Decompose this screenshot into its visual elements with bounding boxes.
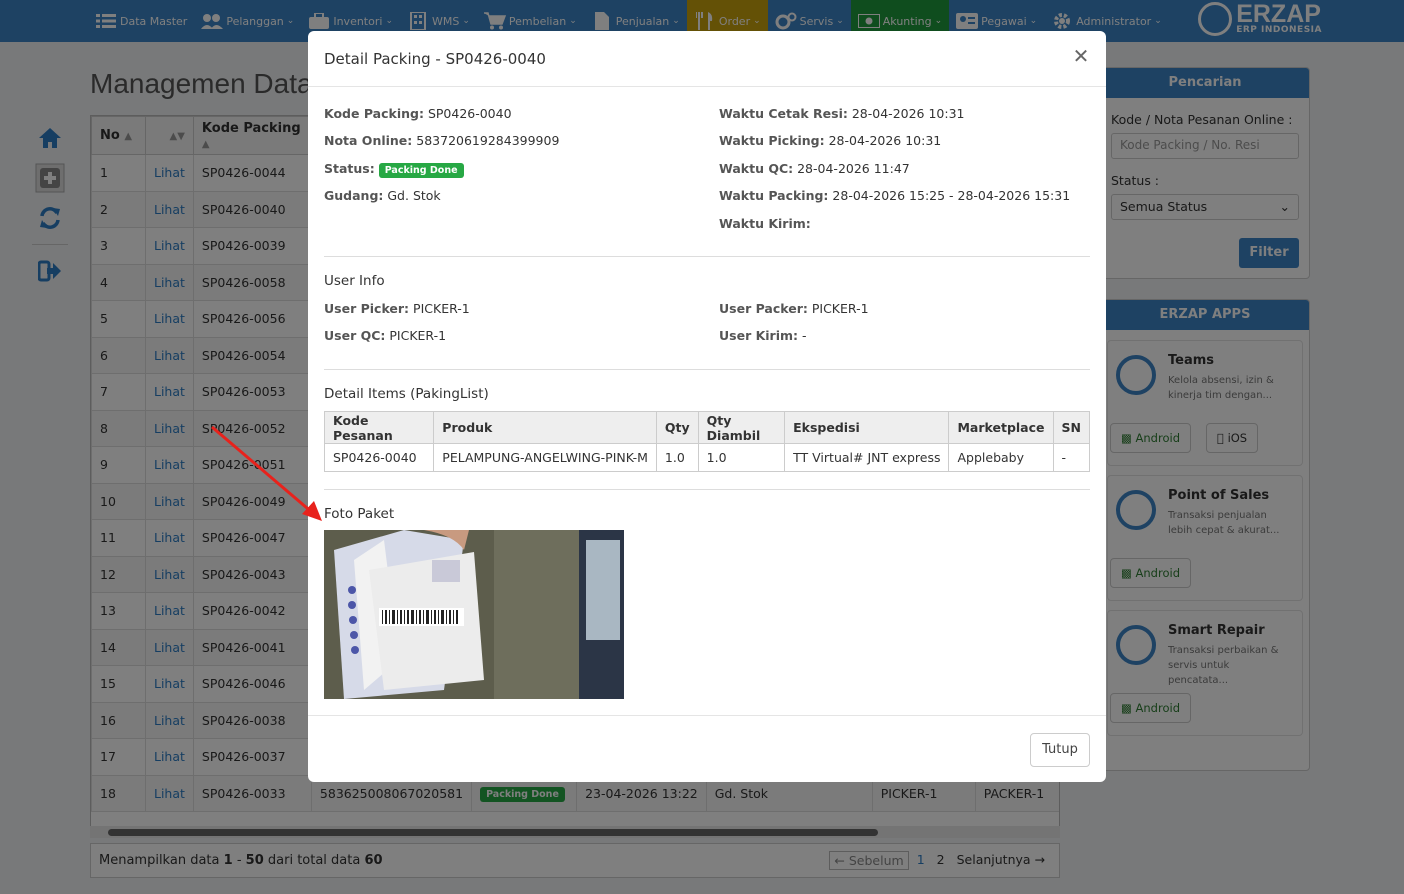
close-button[interactable]: Tutup [1030,733,1090,767]
status-badge: Packing Done [378,163,464,178]
status-field: Status: Packing Done [324,161,464,178]
items-column-header: Marketplace [948,411,1054,444]
photo-title: Foto Paket [324,506,395,522]
user-kirim-field: User Kirim: - [719,328,807,343]
divider [324,489,1090,490]
modal-footer-divider [308,715,1106,716]
items-column-header: Qty Diambil [697,411,786,444]
items-row: SP0426-0040 PELAMPUNG-ANGELWING-PINK-M 1.0… [323,443,1091,472]
user-picker-field: User Picker: PICKER-1 [324,301,470,316]
items-title: Detail Items (PakingList) [324,386,489,402]
user-qc-field: User QC: PICKER-1 [324,328,447,343]
gudang-field: Gudang: Gd. Stok [324,188,441,203]
kode-packing-field: Kode Packing: SP0426-0040 [324,106,512,121]
packing-items-table: Kode Pesanan Produk Qty Qty Diambil Ekspedis… [323,411,1091,472]
items-column-header: Produk [433,411,657,444]
items-cell: - [1052,443,1091,472]
package-photo[interactable] [324,530,624,699]
items-column-header: Qty [655,411,699,444]
user-packer-field: User Packer: PICKER-1 [719,301,869,316]
waktu-qc-field: Waktu QC: 28-04-2026 11:47 [719,161,910,176]
divider [324,369,1090,370]
items-cell: TT Virtual# JNT express [784,443,950,472]
items-cell: PELAMPUNG-ANGELWING-PINK-M [433,443,657,472]
items-cell: 1.0 [655,443,699,472]
waktu-picking-field: Waktu Picking: 28-04-2026 10:31 [719,133,942,148]
items-cell: Applebaby [948,443,1054,472]
detail-packing-modal: Detail Packing - SP0426-0040 ✕ Kode Pack… [308,31,1106,782]
modal-header: Detail Packing - SP0426-0040 ✕ [308,31,1106,87]
items-column-header: SN [1052,411,1091,444]
nota-online-field: Nota Online: 583720619284399909 [324,133,560,148]
waktu-kirim-field: Waktu Kirim: [719,216,811,231]
items-cell: SP0426-0040 [323,443,435,472]
items-column-header: Ekspedisi [784,411,950,444]
close-icon[interactable]: ✕ [1070,45,1092,67]
waktu-cetak-resi-field: Waktu Cetak Resi: 28-04-2026 10:31 [719,106,965,121]
divider [324,256,1090,257]
modal-title: Detail Packing - SP0426-0040 [324,50,546,68]
items-column-header: Kode Pesanan [323,411,435,444]
items-cell: 1.0 [697,443,786,472]
waktu-packing-field: Waktu Packing: 28-04-2026 15:25 - 28-04-… [719,188,1071,203]
user-info-title: User Info [324,273,385,289]
